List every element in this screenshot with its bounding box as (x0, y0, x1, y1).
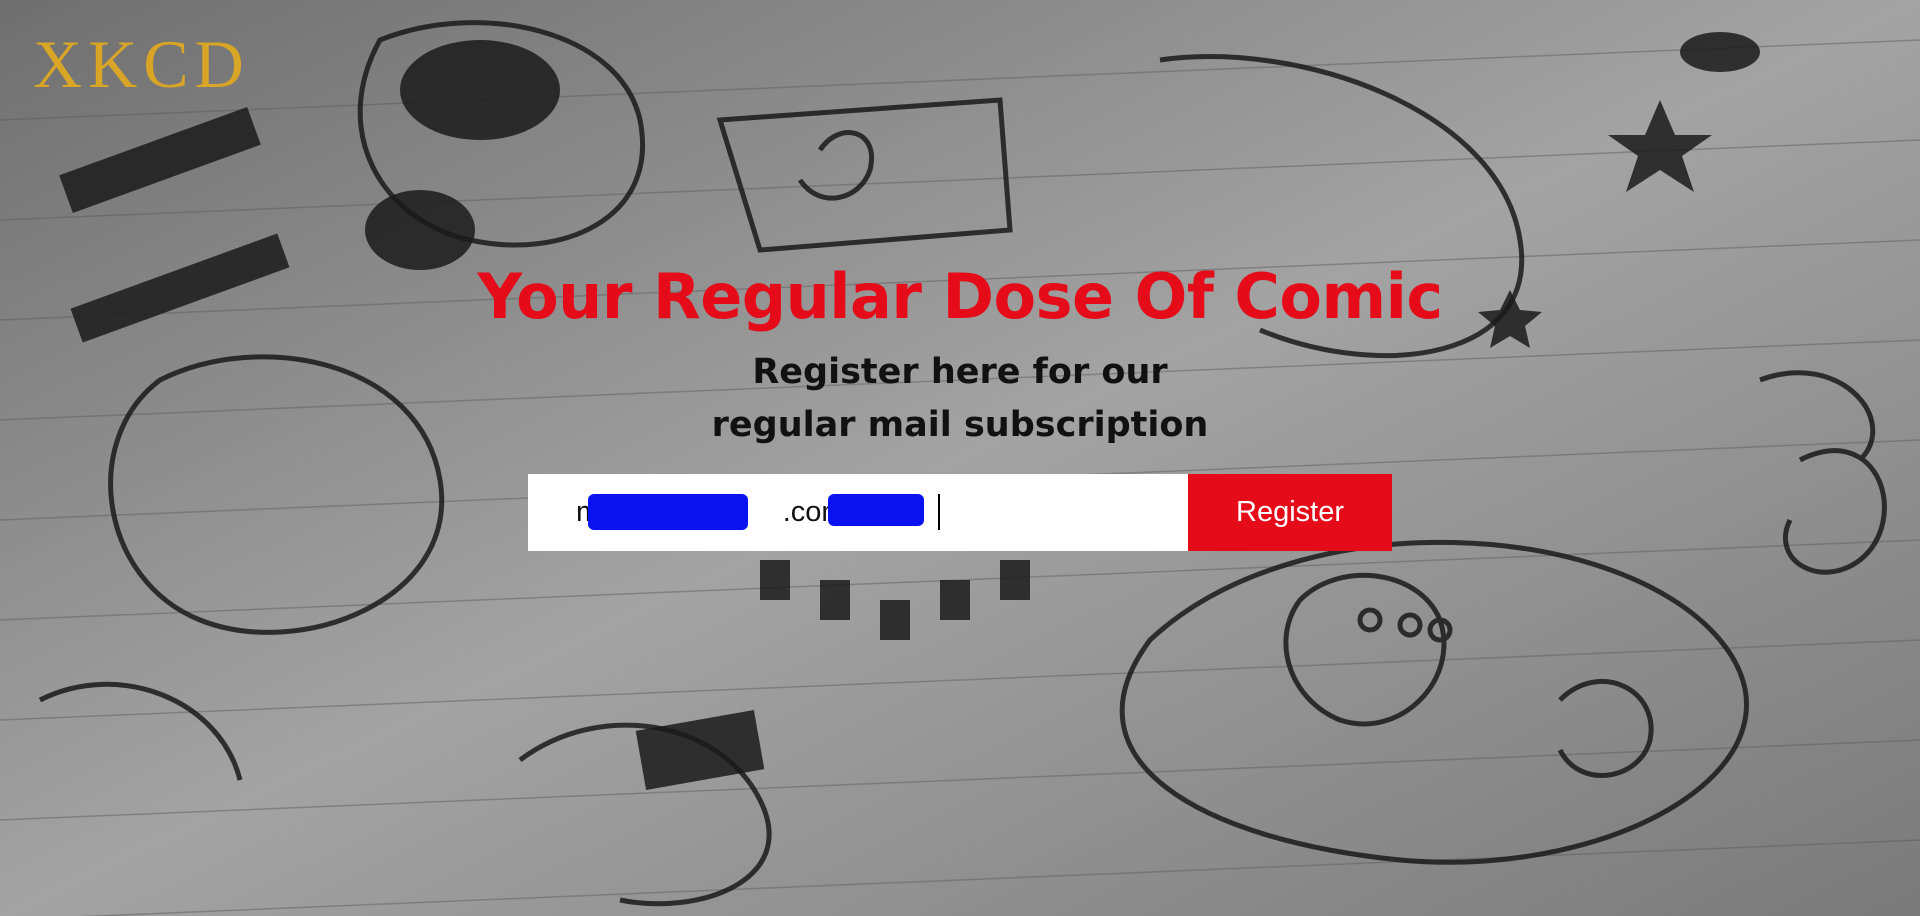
text-cursor (938, 494, 940, 530)
redaction-mark (588, 494, 748, 530)
brand-logo: XKCD (33, 26, 250, 102)
register-button[interactable]: Register (1188, 474, 1392, 551)
subscription-form: Register (528, 474, 1392, 551)
hero-section: Your Regular Dose Of Comic Register here… (0, 258, 1920, 452)
hero-subtitle: Register here for our regular mail subsc… (711, 352, 1209, 445)
email-field-container (528, 474, 1188, 551)
doodle-background-image (0, 0, 1920, 916)
redaction-mark (828, 494, 924, 526)
hero-title: Your Regular Dose Of Comic (477, 260, 1443, 333)
landing-page: XKCD Your Regular Dose Of Comic Register… (0, 0, 1920, 916)
